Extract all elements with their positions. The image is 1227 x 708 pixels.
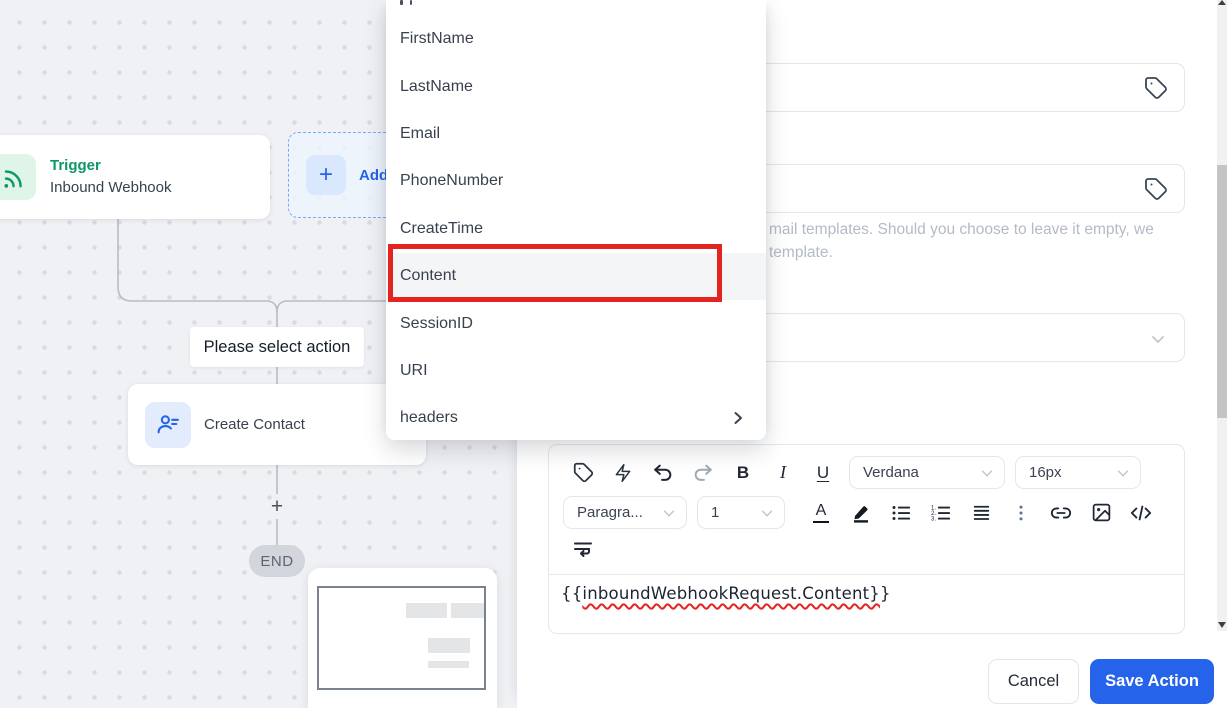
save-action-button[interactable]: Save Action xyxy=(1090,659,1214,704)
svg-text:3.: 3. xyxy=(931,516,936,522)
menu-item-phonenumber[interactable]: PhoneNumber xyxy=(386,158,766,205)
placeholder-block xyxy=(406,603,447,618)
rich-text-editor: B I U Verdana 16px Paragra... 1 A 1. 2. … xyxy=(548,444,1185,634)
trigger-title: Trigger xyxy=(50,157,101,175)
trigger-subtitle: Inbound Webhook xyxy=(50,179,172,196)
template-variable: inboundWebhookRequest.Content} xyxy=(582,584,880,603)
editor-toolbar-row3 xyxy=(549,529,1184,570)
insert-image-button[interactable] xyxy=(1081,498,1121,528)
more-options-kebab-icon[interactable] xyxy=(1001,498,1041,528)
cancel-button[interactable]: Cancel xyxy=(988,659,1079,704)
font-color-button[interactable]: A xyxy=(801,498,841,528)
chevron-down-icon xyxy=(663,509,675,517)
insert-step-button[interactable]: + xyxy=(266,495,288,519)
chevron-down-icon xyxy=(981,469,993,477)
bullet-list-button[interactable] xyxy=(881,498,921,528)
trigger-node[interactable]: Trigger Inbound Webhook xyxy=(0,135,270,219)
menu-item-uri[interactable]: URI xyxy=(386,347,766,394)
chevron-down-icon xyxy=(1117,469,1129,477)
undo-button[interactable] xyxy=(643,458,683,488)
placeholder-block xyxy=(428,661,469,668)
insert-link-button[interactable] xyxy=(1041,498,1081,528)
select-action-label: Please select action xyxy=(190,327,364,367)
panel-scrollbar-thumb[interactable] xyxy=(1217,165,1227,418)
font-family-select[interactable]: Verdana xyxy=(849,456,1005,489)
align-button[interactable] xyxy=(961,498,1001,528)
template-preview-card[interactable] xyxy=(308,568,497,708)
line-height-select[interactable]: 1 xyxy=(697,496,785,529)
merge-tag-icon[interactable] xyxy=(1144,177,1168,201)
workflow-builder-screen: Trigger Inbound Webhook + Add Please sel… xyxy=(0,0,1227,708)
placeholder-block xyxy=(451,603,484,618)
underline-button[interactable]: U xyxy=(803,458,843,488)
menu-item-headers[interactable]: headers xyxy=(386,395,766,442)
trigger-node-text: Trigger Inbound Webhook xyxy=(50,155,172,199)
numbered-list-button[interactable]: 1. 2. 3. xyxy=(921,498,961,528)
plus-glyph: + xyxy=(318,161,333,188)
chevron-down-icon xyxy=(1150,331,1166,347)
inbound-webhook-icon xyxy=(0,154,36,200)
menu-item-email[interactable]: Email xyxy=(386,110,766,157)
font-size-value: 16px xyxy=(1029,464,1062,481)
menu-item-lastname[interactable]: LastName xyxy=(386,63,766,110)
code-view-button[interactable] xyxy=(1121,498,1161,528)
variable-dropdown-menu: FirstName LastName Email PhoneNumber Cre… xyxy=(386,0,766,440)
end-node: END xyxy=(249,545,305,577)
merge-tag-icon[interactable] xyxy=(1144,76,1168,100)
template-preview-frame xyxy=(317,586,486,690)
contact-icon xyxy=(145,401,191,448)
plus-icon: + xyxy=(306,155,346,195)
editor-content[interactable]: {{inboundWebhookRequest.Content}} xyxy=(549,575,1184,612)
highlight-color-button[interactable] xyxy=(841,498,881,528)
clipped-menu-item xyxy=(400,0,412,6)
placeholder-block xyxy=(428,638,470,653)
menu-item-firstname[interactable]: FirstName xyxy=(386,16,766,63)
helper-text-line2: template. xyxy=(769,244,833,261)
text-wrap-button[interactable] xyxy=(563,534,603,564)
create-contact-label: Create Contact xyxy=(204,416,305,433)
menu-item-sessionid[interactable]: SessionID xyxy=(386,300,766,347)
chevron-right-icon xyxy=(730,410,746,426)
editor-toolbar-row2: Paragra... 1 A 1. 2. 3. xyxy=(549,489,1184,529)
helper-text-line1: mail templates. Should you choose to lea… xyxy=(769,221,1154,238)
bold-button[interactable]: B xyxy=(723,458,763,488)
paragraph-select[interactable]: Paragra... xyxy=(563,496,687,529)
redo-button[interactable] xyxy=(683,458,723,488)
template-brace-open: {{ xyxy=(561,584,583,603)
paragraph-value: Paragra... xyxy=(577,504,643,521)
add-label: Add xyxy=(359,166,389,184)
template-brace-close: } xyxy=(879,584,891,603)
menu-item-createtime[interactable]: CreateTime xyxy=(386,205,766,252)
editor-toolbar-row1: B I U Verdana 16px xyxy=(549,445,1184,489)
chevron-down-icon xyxy=(761,509,773,517)
line-height-value: 1 xyxy=(711,504,720,521)
merge-tag-button[interactable] xyxy=(563,458,603,488)
dynamic-content-icon[interactable] xyxy=(603,458,643,488)
font-family-value: Verdana xyxy=(863,464,919,481)
create-contact-node[interactable]: Create Contact xyxy=(128,384,426,465)
italic-button[interactable]: I xyxy=(763,458,803,488)
menu-item-content[interactable]: Content xyxy=(386,252,766,300)
font-size-select[interactable]: 16px xyxy=(1015,456,1141,489)
